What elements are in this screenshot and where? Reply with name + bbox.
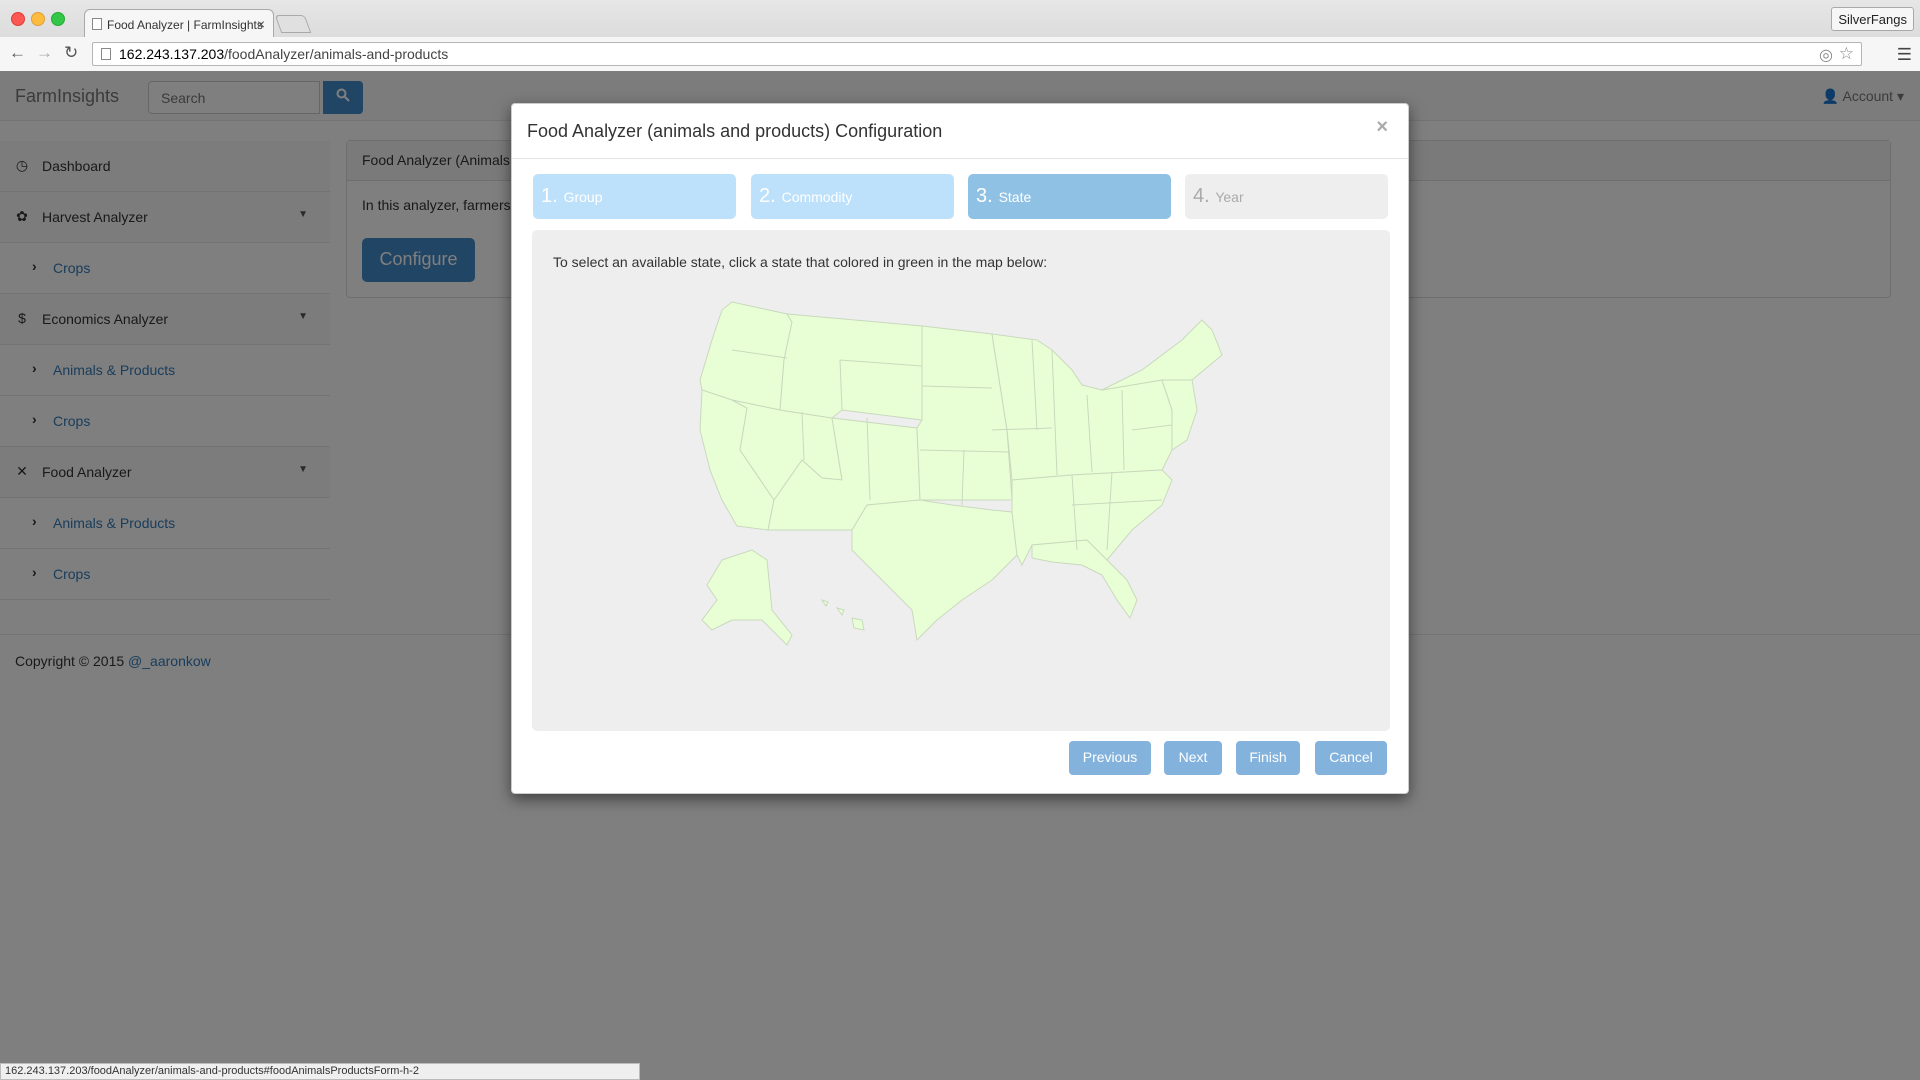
url-host: 162.243.137.203 (119, 46, 225, 62)
map-state-hawaii[interactable] (820, 599, 865, 631)
url-path: /foodAnalyzer/animals-and-products (224, 46, 449, 62)
browser-chrome: Food Analyzer | FarmInsights × SilverFan… (0, 0, 1920, 71)
map-instruction: To select an available state, click a st… (553, 254, 1048, 270)
step-state[interactable]: 3. State (968, 174, 1171, 219)
forward-arrow-icon[interactable]: → (36, 44, 53, 62)
previous-button[interactable]: Previous (1069, 741, 1151, 775)
modal-title: Food Analyzer (animals and products) Con… (527, 121, 943, 141)
step-number: 4. (1193, 185, 1210, 207)
map-state-region-texas[interactable] (851, 499, 1018, 642)
address-bar[interactable]: 162.243.137.203/foodAnalyzer/animals-and… (92, 42, 1862, 66)
step-label: Commodity (781, 189, 853, 205)
step-number: 1. (541, 185, 558, 207)
next-button[interactable]: Next (1164, 741, 1222, 775)
tab-title: Food Analyzer | FarmInsights (107, 18, 263, 32)
step-label: Group (563, 189, 603, 205)
browser-tab[interactable]: Food Analyzer | FarmInsights × (84, 9, 274, 37)
map-state-region-florida[interactable] (1031, 539, 1138, 620)
tab-close-icon[interactable]: × (257, 16, 265, 32)
star-icon[interactable]: ☆ (1839, 44, 1854, 64)
back-arrow-icon[interactable]: ← (9, 44, 26, 62)
step-label: State (998, 189, 1032, 205)
window-maximize-button[interactable] (51, 12, 65, 26)
location-target-icon[interactable]: ◎ (1819, 45, 1833, 65)
browser-toolbar: ← → ↻ 162.243.137.203/foodAnalyzer/anima… (0, 37, 1920, 71)
status-bar-url: 162.243.137.203/foodAnalyzer/animals-and… (0, 1063, 640, 1080)
step-year: 4. Year (1185, 174, 1388, 219)
page-icon (92, 18, 102, 30)
configuration-modal: Food Analyzer (animals and products) Con… (511, 103, 1409, 794)
map-state-region-mountain[interactable] (779, 313, 923, 421)
modal-header: Food Analyzer (animals and products) Con… (512, 104, 1408, 159)
step-number: 3. (976, 185, 993, 207)
step-commodity[interactable]: 2. Commodity (751, 174, 954, 219)
map-state-region-midwest[interactable] (991, 333, 1173, 481)
window-close-button[interactable] (11, 12, 25, 26)
us-states-map[interactable] (692, 300, 1252, 680)
profile-button[interactable]: SilverFangs (1831, 7, 1914, 31)
step-number: 2. (759, 185, 776, 207)
cancel-button[interactable]: Cancel (1315, 741, 1387, 775)
step-label: Year (1215, 189, 1244, 205)
window-minimize-button[interactable] (31, 12, 45, 26)
map-state-alaska[interactable] (701, 549, 793, 646)
reload-icon[interactable]: ↻ (64, 44, 78, 62)
map-container: To select an available state, click a st… (532, 230, 1390, 731)
hamburger-menu-icon[interactable]: ☰ (1897, 45, 1912, 65)
new-tab-button[interactable] (274, 15, 312, 33)
page-icon (101, 48, 111, 60)
step-group[interactable]: 1. Group (533, 174, 736, 219)
close-icon[interactable]: × (1376, 116, 1388, 139)
finish-button[interactable]: Finish (1236, 741, 1300, 775)
